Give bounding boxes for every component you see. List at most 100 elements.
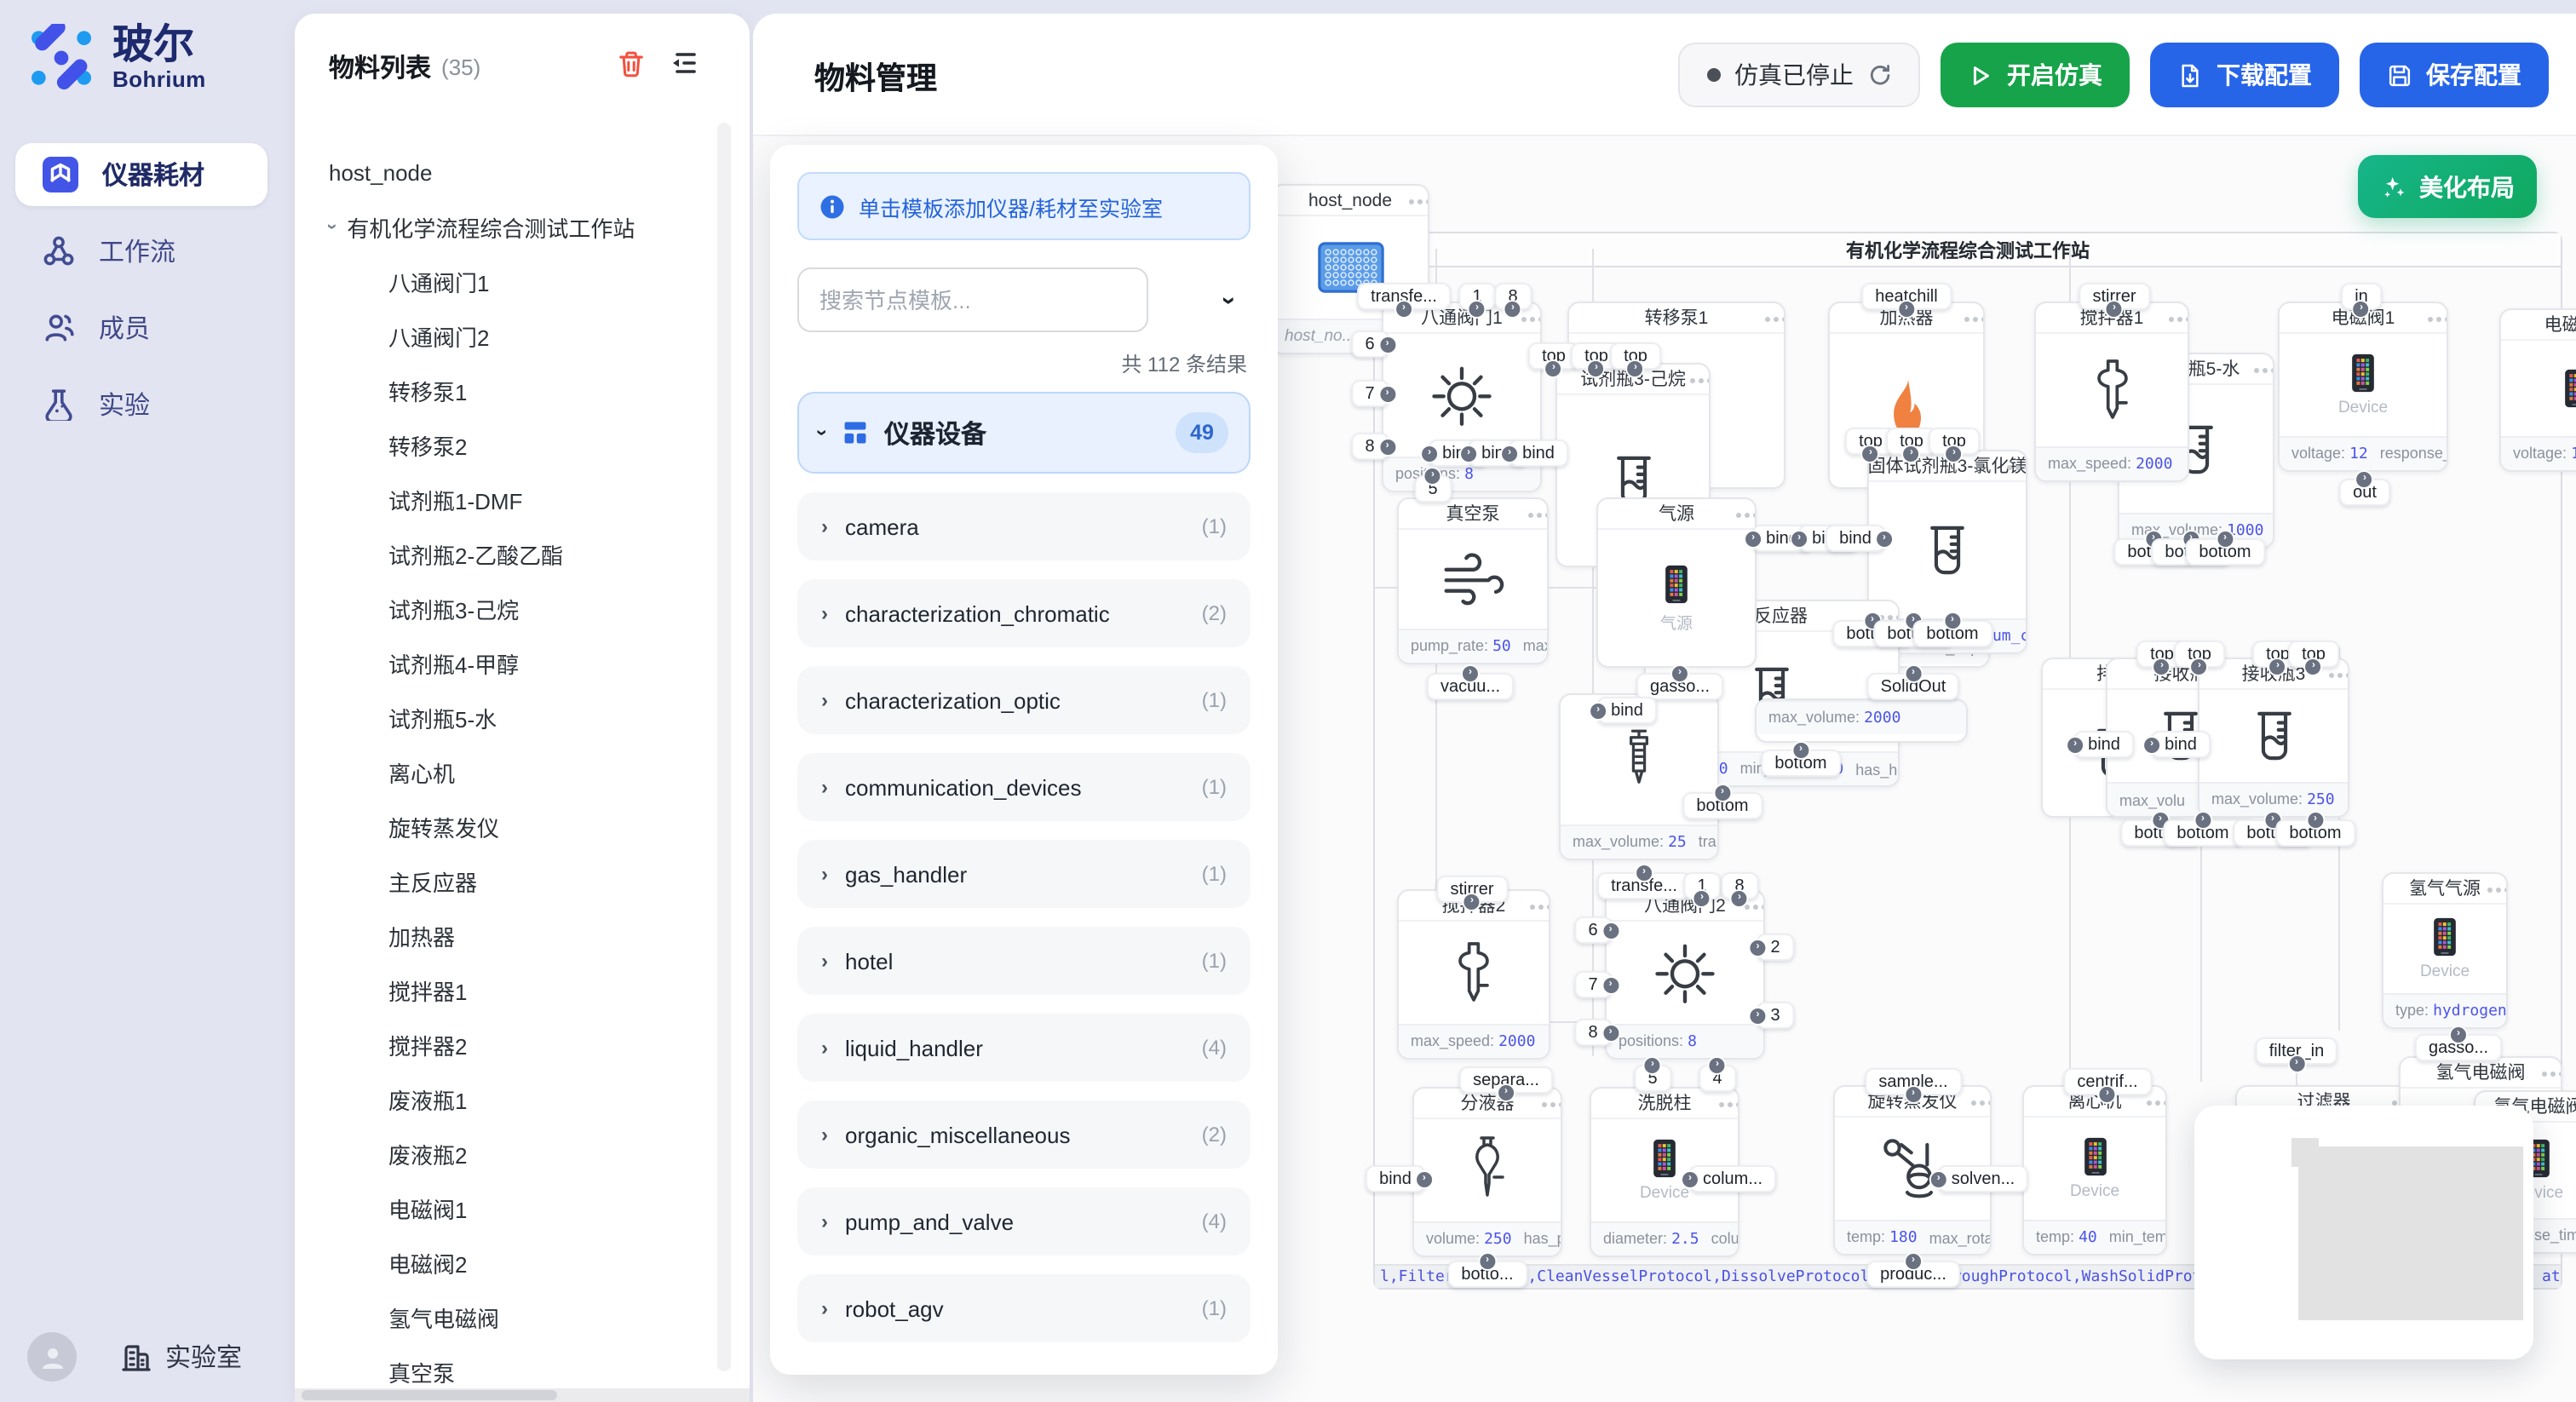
template-item-label[interactable]: robot_agv	[845, 1296, 944, 1321]
sidebar-item-instruments[interactable]: 仪器耗材	[15, 143, 267, 206]
tree-item-label[interactable]: 转移泵2	[388, 428, 467, 461]
tree-item-label[interactable]: 电磁阀2	[388, 1246, 467, 1278]
node-menu-icon[interactable]	[1736, 513, 1741, 518]
footer-pair[interactable]: min_temp: 4	[2109, 1228, 2165, 1247]
port-label[interactable]: 6›	[1574, 916, 1611, 944]
template-category-item[interactable]: ›characterization_optic(1)	[797, 666, 1251, 734]
port-label[interactable]: 5›	[1634, 1065, 1670, 1092]
port-label[interactable]: 8›	[1494, 283, 1531, 310]
port-label[interactable]: top›	[2174, 641, 2225, 668]
footer-pair[interactable]: max_vacuum: 0.1	[1523, 637, 1547, 656]
template-item-label[interactable]: hotel	[845, 948, 893, 974]
graph-node-title-text[interactable]: 氢气气源	[2409, 876, 2481, 901]
footer-key[interactable]: max_volume:	[1768, 709, 1860, 726]
port-label[interactable]: bind›	[1826, 525, 1885, 552]
chevron-right-icon[interactable]: ›	[821, 688, 828, 712]
tree-item-label[interactable]: 加热器	[388, 919, 455, 951]
footer-value[interactable]: 2000	[2136, 457, 2172, 474]
graph-node-body[interactable]	[1399, 922, 1549, 1024]
template-item-count[interactable]: (4)	[1202, 1210, 1227, 1233]
footer-key[interactable]: transfer_rate:	[1699, 833, 1717, 850]
device-caption[interactable]: Device	[2070, 1182, 2119, 1201]
footer-pair[interactable]: type: hydrogen	[2395, 1002, 2506, 1020]
graph-node[interactable]: 氢气气源Devicetype: hydrogenmax_pre	[2382, 872, 2508, 1029]
port-label-text[interactable]: bind	[1522, 444, 1555, 463]
tree-item-label[interactable]: 试剂瓶5-水	[388, 701, 497, 733]
port-handle-icon[interactable]: ›	[1590, 703, 1606, 718]
sidebar-item-members[interactable]: 成员	[15, 296, 267, 359]
tree-item[interactable]: 试剂瓶1-DMF	[295, 472, 750, 526]
graph-node[interactable]: 搅拌器2max_speed: 2000	[1397, 889, 1550, 1060]
graph-node[interactable]: 搅拌器1max_speed: 2000	[2034, 302, 2189, 482]
node-menu-icon[interactable]	[2254, 368, 2259, 373]
port-label[interactable]: 8›	[1721, 872, 1757, 899]
port-handle-icon[interactable]: ›	[2451, 1027, 2466, 1043]
port-label-text[interactable]: 7	[1365, 384, 1374, 403]
port-label[interactable]: botto...›	[1447, 1261, 1527, 1288]
footer-value[interactable]: 12	[2571, 446, 2576, 463]
port-handle-icon[interactable]: ›	[1945, 613, 1960, 629]
beaker-icon[interactable]	[2241, 704, 2306, 768]
template-item-count[interactable]: (1)	[1202, 862, 1227, 886]
tree-item[interactable]: 试剂瓶2-乙酸乙酯	[295, 526, 750, 581]
port-label-text[interactable]: bind	[1839, 529, 1872, 548]
graph-node[interactable]: 八通阀门2positions: 8	[1605, 889, 1765, 1060]
footer-key[interactable]: voltage:	[2291, 445, 2345, 462]
device-icon[interactable]	[2564, 368, 2576, 409]
chevron-right-icon[interactable]: ›	[821, 1210, 828, 1233]
template-item-label[interactable]: communication_devices	[845, 774, 1081, 800]
node-menu-icon[interactable]	[1964, 317, 1969, 322]
footer-caption[interactable]: host_no...	[1285, 327, 1355, 346]
footer-key[interactable]: max_speed:	[1411, 1032, 1494, 1049]
footer-key[interactable]: max_rotation_speed:	[1929, 1229, 1990, 1246]
footer-key[interactable]: temp:	[2036, 1228, 2074, 1245]
port-label[interactable]: bottom›	[1912, 620, 1992, 647]
port-handle-icon[interactable]: ›	[1877, 531, 1892, 546]
footer-pair[interactable]: max_rotation_speed:	[1929, 1229, 1990, 1246]
device-icon[interactable]	[2351, 353, 2375, 394]
device-icon[interactable]	[2083, 1136, 2107, 1177]
port-label-text[interactable]: 6	[1588, 921, 1597, 939]
delete-button[interactable]	[617, 49, 646, 86]
footer-pair[interactable]: max_volume: 25	[1573, 833, 1687, 852]
tree-item-label[interactable]: 废液瓶2	[388, 1137, 467, 1169]
graph-node-footer[interactable]: voltage: 12	[2501, 436, 2576, 470]
port-handle-icon[interactable]: ›	[1745, 531, 1761, 546]
tree-item[interactable]: 加热器	[295, 908, 750, 962]
footer-value[interactable]: 250	[1484, 1232, 1512, 1249]
tree-item[interactable]: 搅拌器1	[295, 962, 750, 1017]
port-handle-icon[interactable]: ›	[1422, 445, 1437, 461]
graph-node-footer[interactable]: max_speed: 2000	[1399, 1024, 1549, 1058]
node-menu-icon[interactable]	[2007, 465, 2012, 470]
port-label-text[interactable]: solven...	[1952, 1169, 2015, 1188]
port-handle-icon[interactable]: ›	[1396, 302, 1412, 317]
graph-node-body[interactable]	[2501, 341, 2576, 436]
tree-item-label[interactable]: 试剂瓶2-乙酸乙酯	[388, 537, 563, 570]
template-item-count[interactable]: (1)	[1202, 949, 1227, 973]
tree-item-label[interactable]: 八通阀门2	[388, 319, 489, 352]
template-category-item[interactable]: ›robot_agv(1)	[797, 1274, 1251, 1342]
port-label[interactable]: bottom›	[1761, 750, 1840, 777]
tree-item[interactable]: 废液瓶1	[295, 1072, 750, 1126]
port-handle-icon[interactable]: ›	[2144, 737, 2159, 752]
sidebar-item-workflow[interactable]: 工作流	[15, 220, 267, 283]
tree-item[interactable]: 主反应器	[295, 853, 750, 908]
template-category-item[interactable]: ›organic_miscellaneous(2)	[797, 1100, 1251, 1169]
tree-item[interactable]: 离心机	[295, 744, 750, 799]
graph-node-title[interactable]: 洗脱柱	[1591, 1089, 1738, 1119]
tree-item-host-node[interactable]: host_node	[295, 145, 750, 199]
footer-pair[interactable]: max_volume: 2000	[1768, 709, 1900, 727]
tree-item-label[interactable]: 试剂瓶3-己烷	[388, 592, 519, 624]
save-config-button[interactable]: 保存配置	[2360, 43, 2549, 107]
beautify-layout-button[interactable]: 美化布局	[2358, 155, 2537, 218]
panel-collapse-chevron-icon[interactable]: ›	[1215, 296, 1244, 304]
footer-pair[interactable]: response_time: 0.1	[2380, 445, 2447, 463]
tree-item[interactable]: 电磁阀1	[295, 1181, 750, 1235]
device-caption[interactable]: 气源	[1660, 609, 1693, 633]
graph-node[interactable]: 接收瓶3max_volume: 250	[2198, 658, 2349, 818]
tree-item[interactable]: 电磁阀2	[295, 1235, 750, 1290]
port-label[interactable]: in›	[2341, 283, 2382, 310]
port-label[interactable]: SolidOut›	[1867, 673, 1960, 700]
port-label[interactable]: out›	[2339, 479, 2390, 506]
device-icon[interactable]	[2433, 916, 2457, 957]
